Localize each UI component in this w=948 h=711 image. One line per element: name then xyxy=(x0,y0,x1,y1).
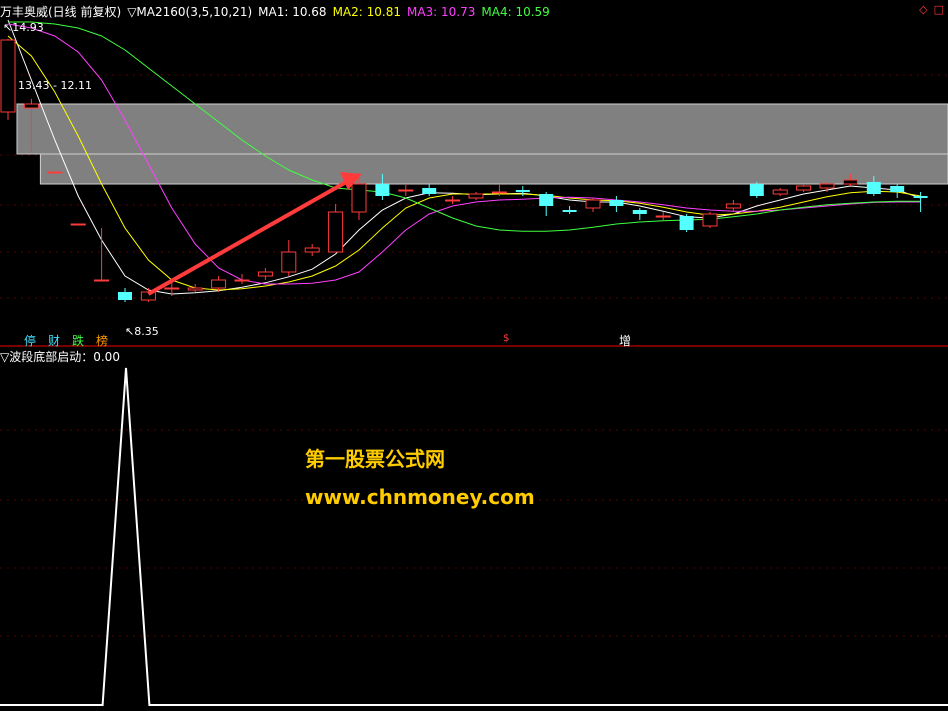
candle-body xyxy=(772,189,788,195)
square-icon[interactable]: □ xyxy=(934,3,944,16)
candle-body xyxy=(47,171,63,174)
bottom-start-signal-line xyxy=(0,367,948,706)
candle-body xyxy=(749,184,764,196)
resistance-zone xyxy=(39,153,948,185)
candle-body xyxy=(679,216,694,230)
high-price-label: ↖14.93 xyxy=(3,21,44,34)
candle-body xyxy=(609,200,624,206)
candle-body xyxy=(890,186,905,192)
candle-body xyxy=(281,251,297,273)
arrow-shaft xyxy=(147,179,349,296)
candle-body xyxy=(632,210,647,214)
candle-body xyxy=(375,184,390,196)
tag-increase[interactable]: 增 xyxy=(619,332,631,349)
sub-indicator-line xyxy=(0,367,948,706)
stock-name[interactable]: 万丰奥威(日线 前复权) xyxy=(0,5,121,19)
ma4-value: MA4: 10.59 xyxy=(481,5,550,19)
watermark-title: 第一股票公式网 xyxy=(305,447,445,471)
candle-body xyxy=(234,279,250,282)
ma3-value: MA3: 10.73 xyxy=(406,5,476,19)
low-price-label: ↖8.35 xyxy=(125,325,159,338)
candle-body xyxy=(257,271,273,277)
candle-body xyxy=(164,287,180,290)
watermark-url: www.chnmoney.com xyxy=(305,485,535,509)
candle-body xyxy=(702,213,718,227)
candle-body xyxy=(118,292,132,300)
candle-body xyxy=(562,210,577,212)
tag-finance[interactable]: 财 xyxy=(48,332,60,349)
tag-suspend[interactable]: 停 xyxy=(24,332,36,349)
sub-panel-title[interactable]: ▽波段底部启动：0.00 xyxy=(0,348,120,365)
candle-body xyxy=(468,193,484,199)
range-label: 13.43 - 12.11 xyxy=(18,79,92,92)
candle-body xyxy=(866,182,881,194)
chart-canvas xyxy=(0,19,948,706)
tag-ranking[interactable]: 榜 xyxy=(96,332,108,349)
candle-body xyxy=(70,223,86,226)
candle-body xyxy=(819,183,835,189)
tag-drop[interactable]: 跌 xyxy=(72,332,84,349)
candle-body xyxy=(304,247,320,253)
tag-dollar[interactable]: $ xyxy=(503,333,509,344)
main-chart-header: 万丰奥威(日线 前复权) ▽MA2160(3,5,10,21) MA1: 10.68… xyxy=(0,3,556,19)
candle-body xyxy=(94,279,110,282)
candle-body xyxy=(725,203,741,209)
ma1-value: MA1: 10.68 xyxy=(258,5,327,19)
resistance-zones xyxy=(16,103,948,185)
candle-body xyxy=(398,189,414,192)
candle-body xyxy=(491,191,507,194)
window-controls: ◇ □ xyxy=(913,3,944,16)
candle-body xyxy=(585,199,601,209)
candle-body xyxy=(796,185,812,191)
candle-body xyxy=(328,211,344,253)
candle-body xyxy=(913,196,928,198)
candle-body xyxy=(351,183,367,213)
candle-body xyxy=(445,199,461,202)
candle-body xyxy=(842,179,858,185)
indicator-name[interactable]: ▽MA2160(3,5,10,21) xyxy=(127,5,252,19)
resistance-zone xyxy=(16,103,948,155)
ma2-value: MA2: 10.81 xyxy=(332,5,401,19)
candle-body xyxy=(655,215,671,218)
candle-body xyxy=(515,190,530,192)
candle-body xyxy=(211,279,227,289)
candle-body xyxy=(539,194,554,206)
candle-body xyxy=(0,39,16,113)
candle-body xyxy=(187,287,203,291)
candle-body xyxy=(23,103,39,109)
diamond-icon[interactable]: ◇ xyxy=(919,3,927,16)
candle-body xyxy=(422,188,437,194)
